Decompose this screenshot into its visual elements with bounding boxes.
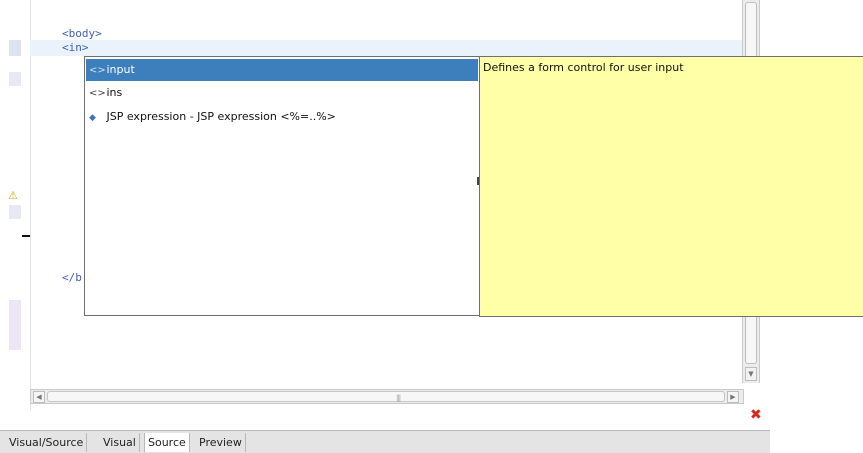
scroll-down-arrow-icon[interactable]: ▼ xyxy=(745,367,757,381)
code-line-current: <in> xyxy=(62,41,89,54)
close-icon[interactable]: ✖ xyxy=(750,407,762,423)
content-assist-popup[interactable]: <> input <> ins ◆ JSP expression - JSP e… xyxy=(84,56,480,316)
horizontal-scrollbar[interactable]: ◀ ||| ▶ xyxy=(30,389,744,404)
documentation-popup: Defines a form control for user input xyxy=(479,56,863,317)
tab-preview[interactable]: Preview xyxy=(196,433,246,452)
change-marker xyxy=(9,72,21,86)
grip-icon: ||| xyxy=(396,394,401,402)
current-line-highlight xyxy=(30,40,742,56)
code-line: <body> xyxy=(62,27,102,40)
horizontal-scroll-thumb[interactable]: ||| xyxy=(47,391,725,402)
completion-item-ins[interactable]: <> ins xyxy=(86,82,478,104)
current-line-marker xyxy=(9,40,21,56)
completion-label: JSP expression - JSP expression <%=..%> xyxy=(106,110,336,123)
editor-tab-bar: Visual/Source Visual Source Preview xyxy=(0,430,770,453)
completion-label: ins xyxy=(106,86,123,99)
change-marker xyxy=(9,205,21,219)
tab-visual-source[interactable]: Visual/Source xyxy=(6,433,88,452)
scroll-right-arrow-icon[interactable]: ▶ xyxy=(727,391,739,403)
caret-marker-icon xyxy=(22,235,30,237)
documentation-text: Defines a form control for user input xyxy=(483,61,684,74)
tab-visual[interactable]: Visual xyxy=(100,433,140,452)
editor-gutter: ⚠ xyxy=(0,0,31,410)
warning-icon[interactable]: ⚠ xyxy=(8,189,18,202)
completion-item-input[interactable]: <> input xyxy=(86,59,478,81)
tag-icon: <> xyxy=(89,88,106,99)
jsp-expression-icon: ◆ xyxy=(89,113,96,123)
change-marker xyxy=(9,300,21,350)
tab-source[interactable]: Source xyxy=(144,433,190,452)
completion-label: input xyxy=(106,63,135,76)
code-line: </b xyxy=(62,271,82,284)
completion-item-jsp-expression[interactable]: ◆ JSP expression - JSP expression <%=..%… xyxy=(86,106,478,128)
scroll-left-arrow-icon[interactable]: ◀ xyxy=(33,391,45,403)
tag-icon: <> xyxy=(89,65,106,76)
